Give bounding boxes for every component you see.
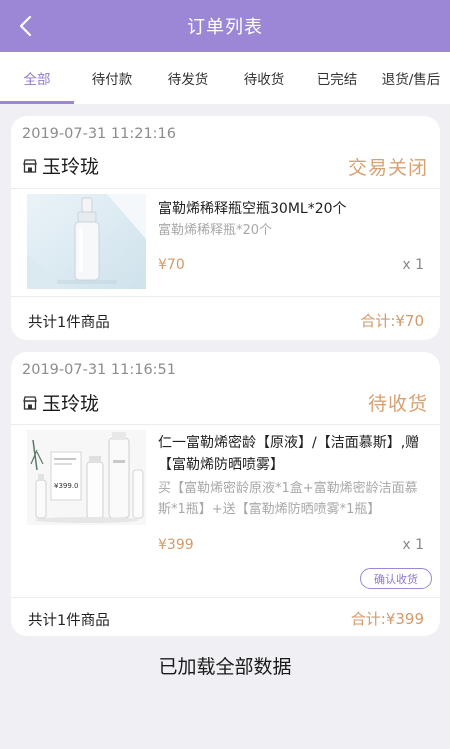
product-price: ¥399 xyxy=(158,537,194,553)
tab-pending-shipment[interactable]: 待发货 xyxy=(150,52,226,104)
divider xyxy=(11,597,440,598)
tab-completed[interactable]: 已完结 xyxy=(302,52,372,104)
confirm-receipt-button[interactable]: 确认收货 xyxy=(360,568,432,589)
order-total: 合计:¥399 xyxy=(350,610,424,628)
shop-icon xyxy=(23,395,37,410)
shop-icon xyxy=(23,158,37,173)
order-card[interactable]: 2019-07-31 11:21:16 玉玲珑 交易关闭 富勒烯稀释瓶空瓶30M… xyxy=(11,116,440,340)
store-name: 玉玲珑 xyxy=(42,393,100,415)
tab-all[interactable]: 全部 xyxy=(0,52,74,104)
product-image[interactable] xyxy=(27,194,146,289)
order-time: 2019-07-31 11:16:51 xyxy=(22,362,176,378)
product-price: ¥70 xyxy=(158,257,185,273)
store-info[interactable]: 玉玲珑 xyxy=(22,152,99,179)
store-info[interactable]: 玉玲珑 xyxy=(22,389,99,416)
product-quantity: x 1 xyxy=(402,537,424,553)
tab-pending-receipt[interactable]: 待收货 xyxy=(226,52,302,104)
divider xyxy=(11,188,440,189)
product-image[interactable]: ¥399.0 xyxy=(27,430,146,525)
product-name: 富勒烯稀释瓶空瓶30ML*20个 xyxy=(158,201,347,217)
order-card[interactable]: 2019-07-31 11:16:51 玉玲珑 待收货 ¥399.0 仁一富勒烯… xyxy=(11,352,440,636)
order-time: 2019-07-31 11:21:16 xyxy=(22,126,176,142)
thumb-price: ¥399.0 xyxy=(54,482,79,490)
product-spec: 买【富勒烯密龄原液*1盒+富勒烯密龄洁面慕斯*1瓶】+送【富勒烯防晒喷雾*1瓶】 xyxy=(158,481,418,517)
page-title: 订单列表 xyxy=(187,17,263,38)
store-name: 玉玲珑 xyxy=(42,156,100,178)
tab-pending-payment[interactable]: 待付款 xyxy=(74,52,150,104)
order-total: 合计:¥70 xyxy=(360,312,424,330)
order-status: 交易关闭 xyxy=(347,157,428,179)
chevron-left-icon xyxy=(19,15,32,37)
divider xyxy=(11,424,440,425)
tab-returns[interactable]: 退货/售后 xyxy=(372,52,450,104)
item-count: 共计1件商品 xyxy=(28,613,110,629)
product-spec: 富勒烯稀释瓶*20个 xyxy=(158,223,273,238)
all-loaded-message: 已加载全部数据 xyxy=(158,656,292,678)
divider xyxy=(11,296,440,297)
app-header: 订单列表 xyxy=(0,0,450,52)
order-status-tabs: 全部 待付款 待发货 待收货 已完结 退货/售后 xyxy=(0,52,450,104)
item-count: 共计1件商品 xyxy=(28,315,110,331)
back-button[interactable] xyxy=(10,10,40,42)
order-status: 待收货 xyxy=(367,393,428,415)
product-quantity: x 1 xyxy=(402,257,424,273)
product-name: 仁一富勒烯密龄【原液】/【洁面慕斯】,赠【富勒烯防晒喷雾】 xyxy=(158,435,420,473)
